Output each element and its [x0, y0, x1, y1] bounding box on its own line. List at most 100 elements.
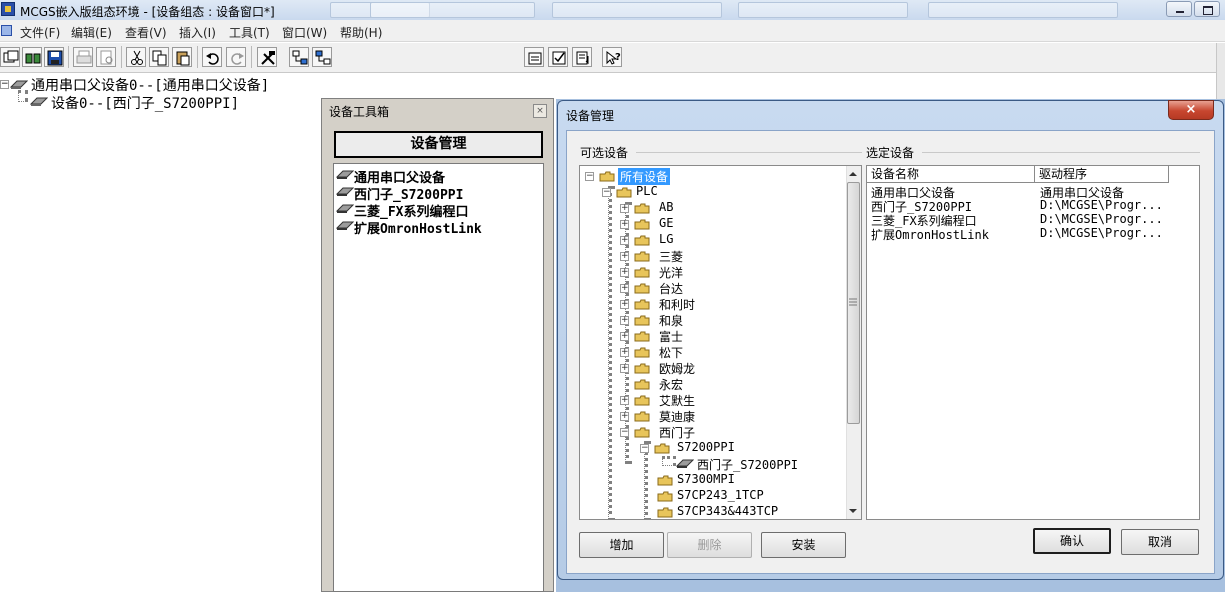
tree-node-vendor[interactable]: 西门子	[659, 424, 695, 441]
folder-icon	[634, 379, 650, 390]
undo-icon[interactable]	[202, 47, 222, 67]
folder-open-icon	[634, 427, 650, 438]
tree-expander-vendor[interactable]: +	[620, 252, 629, 261]
tree-expander-siemens[interactable]: −	[620, 428, 629, 437]
menu-edit[interactable]: 编辑(E)	[71, 24, 112, 41]
tree-node-series[interactable]: S7CP343&443TCP	[677, 504, 778, 518]
tree-expander-vendor[interactable]: +	[620, 364, 629, 373]
main-tree-child[interactable]: 设备0--[西门子_S7200PPI]	[51, 93, 239, 113]
main-tree-expander[interactable]: −	[0, 80, 9, 89]
tree-node-series[interactable]: S7200PPI	[677, 440, 735, 454]
help-icon[interactable]: ?	[602, 47, 622, 67]
menu-tools[interactable]: 工具(T)	[229, 24, 270, 41]
tree-expander-vendor[interactable]: +	[620, 348, 629, 357]
print-icon[interactable]	[73, 47, 93, 67]
device-icon	[336, 170, 354, 179]
menu-view[interactable]: 查看(V)	[125, 24, 167, 41]
folder-icon	[634, 363, 650, 374]
check-icon[interactable]	[548, 47, 568, 67]
save-icon[interactable]	[44, 47, 64, 67]
redo-icon[interactable]	[226, 47, 246, 67]
tree-expander-vendor[interactable]: +	[620, 284, 629, 293]
parent-device-icon	[10, 80, 28, 89]
menu-insert[interactable]: 插入(I)	[179, 24, 216, 41]
tree-expander-root[interactable]: −	[585, 172, 594, 181]
tree-expander-s7200[interactable]: −	[640, 444, 649, 453]
new-window-icon[interactable]	[0, 47, 20, 67]
minimize-button[interactable]	[1166, 1, 1192, 17]
tree-node-device[interactable]: 西门子_S7200PPI	[697, 456, 798, 473]
dialog-title: 设备管理	[566, 109, 615, 123]
device-icon	[676, 459, 694, 468]
group-divider	[922, 152, 1200, 153]
tree-expander-vendor[interactable]: +	[620, 332, 629, 341]
folder-icon	[634, 203, 650, 214]
folder-icon	[634, 331, 650, 342]
delete-button[interactable]: 删除	[667, 532, 752, 558]
paste-icon[interactable]	[172, 47, 192, 67]
tree-node-vendor[interactable]: 艾默生	[659, 392, 695, 409]
tree-node-vendor[interactable]: 台达	[659, 280, 683, 297]
open-icon[interactable]	[22, 47, 42, 67]
tree-node-vendor[interactable]: 松下	[659, 344, 683, 361]
tree-node-vendor[interactable]: 富士	[659, 328, 683, 345]
print-preview-icon[interactable]	[96, 47, 116, 67]
folder-icon	[657, 475, 673, 486]
folder-icon	[657, 491, 673, 502]
column-header-name[interactable]: 设备名称	[867, 166, 1035, 183]
maximize-button[interactable]	[1194, 1, 1220, 17]
folder-icon	[634, 299, 650, 310]
device-tree-alt-icon[interactable]	[312, 47, 332, 67]
device-tree-icon[interactable]	[289, 47, 309, 67]
tree-node-vendor[interactable]: GE	[659, 216, 673, 230]
tree-expander-vendor[interactable]: +	[620, 204, 629, 213]
tree-expander-vendor[interactable]: +	[620, 412, 629, 421]
install-button[interactable]: 安装	[761, 532, 846, 558]
menu-window[interactable]: 窗口(W)	[282, 24, 327, 41]
tree-expander-vendor[interactable]: +	[620, 236, 629, 245]
menu-help[interactable]: 帮助(H)	[340, 24, 382, 41]
scroll-up-icon[interactable]	[848, 170, 858, 178]
menu-file[interactable]: 文件(F)	[20, 24, 60, 41]
tree-node-vendor[interactable]: 永宏	[659, 376, 683, 393]
toolbox-close-icon[interactable]: ×	[533, 104, 547, 118]
tree-node-series[interactable]: S7CP243_1TCP	[677, 488, 764, 502]
selected-device-driver: D:\MCGSE\Progr...	[1040, 212, 1163, 226]
folder-icon	[657, 507, 673, 518]
selected-device-name[interactable]: 扩展OmronHostLink	[871, 226, 989, 243]
copy-icon[interactable]	[149, 47, 169, 67]
scroll-down-icon[interactable]	[848, 507, 858, 515]
properties-icon[interactable]	[524, 47, 544, 67]
cancel-button[interactable]: 取消	[1121, 529, 1199, 555]
tree-node-plc[interactable]: PLC	[636, 184, 658, 198]
cut-icon[interactable]	[126, 47, 146, 67]
tree-expander-vendor[interactable]: +	[620, 316, 629, 325]
tree-node-vendor[interactable]: 光洋	[659, 264, 683, 281]
tree-node-vendor[interactable]: 和泉	[659, 312, 683, 329]
list-icon[interactable]	[572, 47, 592, 67]
system-menu-icon[interactable]	[1, 25, 12, 36]
tree-node-vendor[interactable]: 欧姆龙	[659, 360, 695, 377]
main-tree-root[interactable]: 通用串口父设备0--[通用串口父设备]	[31, 75, 269, 95]
tree-expander-vendor[interactable]: +	[620, 300, 629, 309]
tree-expander-vendor[interactable]: +	[620, 268, 629, 277]
tools-icon[interactable]	[257, 47, 277, 67]
tree-expander-vendor[interactable]: +	[620, 396, 629, 405]
tree-expander-vendor[interactable]: +	[620, 220, 629, 229]
ok-button[interactable]: 确认	[1033, 528, 1111, 554]
tree-node-all-devices[interactable]: 所有设备	[618, 168, 671, 185]
add-button[interactable]: 增加	[579, 532, 664, 558]
tree-node-vendor[interactable]: LG	[659, 232, 673, 246]
dialog-close-button[interactable]: ×	[1168, 100, 1214, 120]
tree-node-vendor[interactable]: AB	[659, 200, 673, 214]
folder-icon	[634, 347, 650, 358]
background-tab-shape	[370, 2, 535, 18]
toolbox-item[interactable]: 扩展OmronHostLink	[354, 218, 482, 237]
tree-node-vendor[interactable]: 三菱	[659, 248, 683, 265]
device-manage-button[interactable]: 设备管理	[334, 131, 543, 158]
tree-node-series[interactable]: S7300MPI	[677, 472, 735, 486]
tree-expander-plc[interactable]: −	[602, 188, 611, 197]
tree-node-vendor[interactable]: 莫迪康	[659, 408, 695, 425]
tree-node-vendor[interactable]: 和利时	[659, 296, 695, 313]
column-header-driver[interactable]: 驱动程序	[1035, 166, 1169, 183]
